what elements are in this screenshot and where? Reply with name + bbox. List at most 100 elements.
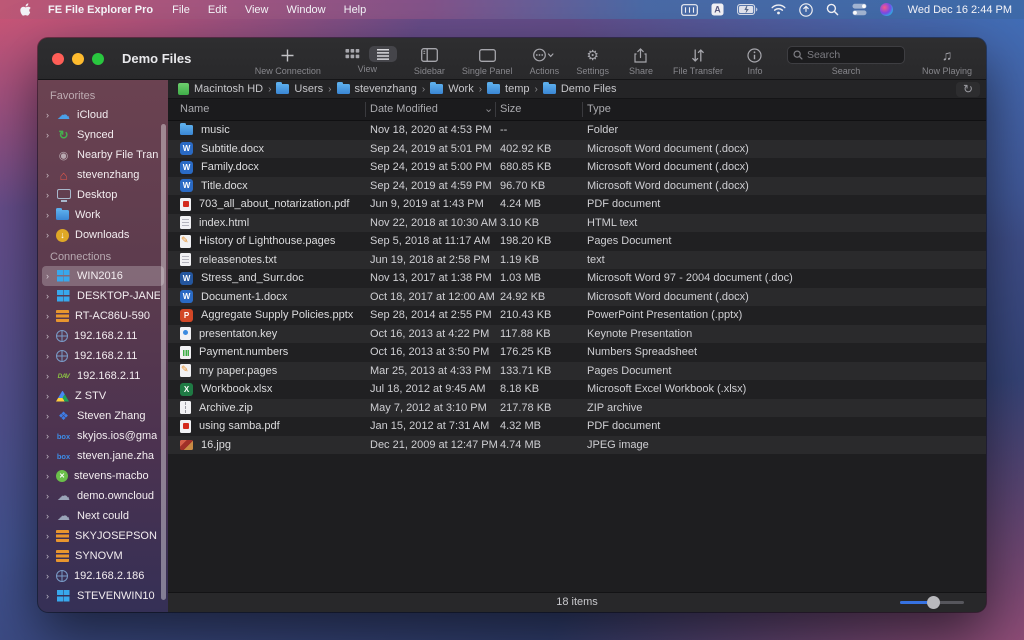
sidebar-item-icloud[interactable]: ›iCloud bbox=[42, 105, 164, 125]
table-row[interactable]: my paper.pagesMar 25, 2013 at 4:33 PM133… bbox=[168, 362, 986, 381]
table-row[interactable]: releasenotes.txtJun 19, 2018 at 2:58 PM1… bbox=[168, 251, 986, 270]
file-date-cell: Oct 18, 2017 at 12:00 AM bbox=[370, 288, 495, 307]
zoom-slider-thumb[interactable] bbox=[927, 596, 940, 609]
settings-button[interactable]: ⚙ Settings bbox=[576, 46, 609, 76]
siri-icon[interactable] bbox=[880, 3, 893, 16]
wifi-icon[interactable] bbox=[771, 4, 786, 15]
column-header-name[interactable]: Name bbox=[180, 103, 209, 115]
sidebar-item-demo-owncloud[interactable]: ›demo.owncloud bbox=[42, 486, 164, 506]
sidebar-item-steven-zhang[interactable]: ›Steven Zhang bbox=[42, 406, 164, 426]
table-row[interactable]: Workbook.xlsxJul 18, 2012 at 9:45 AM8.18… bbox=[168, 380, 986, 399]
table-row[interactable]: Stress_and_Surr.docNov 13, 2017 at 1:38 … bbox=[168, 269, 986, 288]
now-playing-button[interactable]: ♫ Now Playing bbox=[922, 46, 972, 76]
drive-icon bbox=[178, 83, 189, 95]
table-row[interactable]: 703_all_about_notarization.pdfJun 9, 201… bbox=[168, 195, 986, 214]
sidebar-item-win2016[interactable]: ›WIN2016 bbox=[42, 266, 164, 286]
menu-file[interactable]: File bbox=[172, 4, 190, 16]
minimize-button[interactable] bbox=[72, 53, 84, 65]
table-row[interactable]: History of Lighthouse.pagesSep 5, 2018 a… bbox=[168, 232, 986, 251]
sidebar-item-skyjosepson[interactable]: ›SKYJOSEPSON bbox=[42, 526, 164, 546]
column-header-date-modified[interactable]: Date Modified bbox=[370, 103, 438, 115]
sidebar-item-next-could[interactable]: ›Next could bbox=[42, 506, 164, 526]
keyboard-icon[interactable] bbox=[681, 4, 698, 16]
table-row[interactable]: Document-1.docxOct 18, 2017 at 12:00 AM2… bbox=[168, 288, 986, 307]
chevron-right-icon: › bbox=[46, 110, 56, 120]
table-row[interactable]: Subtitle.docxSep 24, 2019 at 5:01 PM402.… bbox=[168, 140, 986, 159]
menu-edit[interactable]: Edit bbox=[208, 4, 227, 16]
sidebar-item-skyjos-ios-gma[interactable]: ›skyjos.ios@gma bbox=[42, 426, 164, 446]
word-icon bbox=[180, 142, 193, 155]
info-button[interactable]: Info bbox=[740, 46, 770, 76]
sidebar-item-desktop[interactable]: ›Desktop bbox=[42, 185, 164, 205]
sidebar-item-192-168-2-11[interactable]: ›192.168.2.11 bbox=[42, 346, 164, 366]
sidebar-item-rt-ac86u-590[interactable]: ›RT-AC86U-590 bbox=[42, 306, 164, 326]
gdrive-icon bbox=[56, 391, 69, 402]
zoom-button[interactable] bbox=[92, 53, 104, 65]
new-connection-button[interactable]: New Connection bbox=[255, 46, 321, 76]
input-source-icon[interactable]: A bbox=[711, 3, 724, 16]
sidebar-item-192-168-2-186[interactable]: ›192.168.2.186 bbox=[42, 566, 164, 586]
file-transfer-button[interactable]: File Transfer bbox=[673, 46, 723, 76]
toolbar-label: Single Panel bbox=[462, 66, 513, 76]
menu-window[interactable]: Window bbox=[287, 4, 326, 16]
sidebar-item-z-stv[interactable]: ›Z STV bbox=[42, 386, 164, 406]
sidebar-item-nearby-file-tran[interactable]: Nearby File Tran bbox=[42, 145, 164, 165]
table-row[interactable]: Aggregate Supply Policies.pptxSep 28, 20… bbox=[168, 306, 986, 325]
sidebar-toggle-button[interactable]: Sidebar bbox=[414, 46, 445, 76]
sidebar-item-steven-jane-zha[interactable]: ›steven.jane.zha bbox=[42, 446, 164, 466]
sidebar-item-downloads[interactable]: ›Downloads bbox=[42, 225, 164, 245]
sidebar-item-work[interactable]: ›Work bbox=[42, 205, 164, 225]
column-header-size[interactable]: Size bbox=[500, 103, 521, 115]
column-divider[interactable] bbox=[582, 102, 583, 117]
menubar-app-name[interactable]: FE File Explorer Pro bbox=[48, 4, 153, 16]
actions-button[interactable]: Actions bbox=[529, 46, 559, 76]
sidebar-item-stevenzhang[interactable]: ›stevenzhang bbox=[42, 165, 164, 185]
table-row[interactable]: using samba.pdfJan 15, 2012 at 7:31 AM4.… bbox=[168, 417, 986, 436]
column-divider[interactable] bbox=[495, 102, 496, 117]
account-icon[interactable] bbox=[799, 3, 813, 17]
sidebar-item-stevenwin10[interactable]: ›STEVENWIN10 bbox=[42, 586, 164, 606]
sidebar-item-192-168-2-11[interactable]: ›192.168.2.11 bbox=[42, 366, 164, 386]
table-row[interactable]: index.htmlNov 22, 2018 at 10:30 AM3.10 K… bbox=[168, 214, 986, 233]
sidebar-scrollbar[interactable] bbox=[161, 124, 166, 600]
sidebar-item-synced[interactable]: ›Synced bbox=[42, 125, 164, 145]
downloads-icon bbox=[56, 229, 69, 242]
table-row[interactable]: 16.jpgDec 21, 2009 at 12:47 PM4.74 MBJPE… bbox=[168, 436, 986, 455]
refresh-button[interactable]: ↻ bbox=[956, 82, 980, 97]
grid-view-button[interactable] bbox=[338, 46, 367, 62]
zoom-slider[interactable] bbox=[900, 601, 964, 604]
control-center-icon[interactable] bbox=[852, 3, 867, 16]
search-field-icon bbox=[793, 50, 803, 60]
sort-chevron-icon[interactable]: ⌄ bbox=[484, 102, 493, 115]
search-input[interactable] bbox=[807, 49, 897, 61]
table-row[interactable]: musicNov 18, 2020 at 4:53 PM--Folder bbox=[168, 121, 986, 140]
file-name-cell: using samba.pdf bbox=[180, 417, 366, 436]
breadcrumb-item-demo-files[interactable]: Demo Files bbox=[543, 83, 617, 95]
sidebar-item-synovm[interactable]: ›SYNOVM bbox=[42, 546, 164, 566]
table-row[interactable]: Family.docxSep 24, 2019 at 5:00 PM680.85… bbox=[168, 158, 986, 177]
apple-menu[interactable] bbox=[20, 3, 32, 17]
list-view-button[interactable] bbox=[369, 46, 397, 62]
breadcrumb-item-stevenzhang[interactable]: stevenzhang bbox=[337, 83, 417, 95]
table-row[interactable]: presentaton.keyOct 16, 2013 at 4:22 PM11… bbox=[168, 325, 986, 344]
column-divider[interactable] bbox=[365, 102, 366, 117]
column-header-type[interactable]: Type bbox=[587, 103, 611, 115]
battery-icon[interactable] bbox=[737, 4, 758, 15]
table-row[interactable]: Archive.zipMay 7, 2012 at 3:10 PM217.78 … bbox=[168, 399, 986, 418]
menu-help[interactable]: Help bbox=[344, 4, 367, 16]
sidebar-item-desktop-jane[interactable]: ›DESKTOP-JANE bbox=[42, 286, 164, 306]
search-icon[interactable] bbox=[826, 3, 839, 16]
close-button[interactable] bbox=[52, 53, 64, 65]
single-panel-button[interactable]: Single Panel bbox=[462, 46, 513, 76]
table-row[interactable]: Title.docxSep 24, 2019 at 4:59 PM96.70 K… bbox=[168, 177, 986, 196]
sidebar-item-stevens-macbo[interactable]: ›stevens-macbo bbox=[42, 466, 164, 486]
table-row[interactable]: Payment.numbersOct 16, 2013 at 3:50 PM17… bbox=[168, 343, 986, 362]
sidebar-item-192-168-2-11[interactable]: ›192.168.2.11 bbox=[42, 326, 164, 346]
breadcrumb-item-users[interactable]: Users bbox=[276, 83, 323, 95]
breadcrumb-item-macintosh-hd[interactable]: Macintosh HD bbox=[178, 83, 263, 95]
menu-view[interactable]: View bbox=[245, 4, 269, 16]
breadcrumb-item-temp[interactable]: temp bbox=[487, 83, 529, 95]
share-button[interactable]: Share bbox=[626, 46, 656, 76]
menubar-clock[interactable]: Wed Dec 16 2:44 PM bbox=[908, 4, 1012, 16]
breadcrumb-item-work[interactable]: Work bbox=[430, 83, 473, 95]
